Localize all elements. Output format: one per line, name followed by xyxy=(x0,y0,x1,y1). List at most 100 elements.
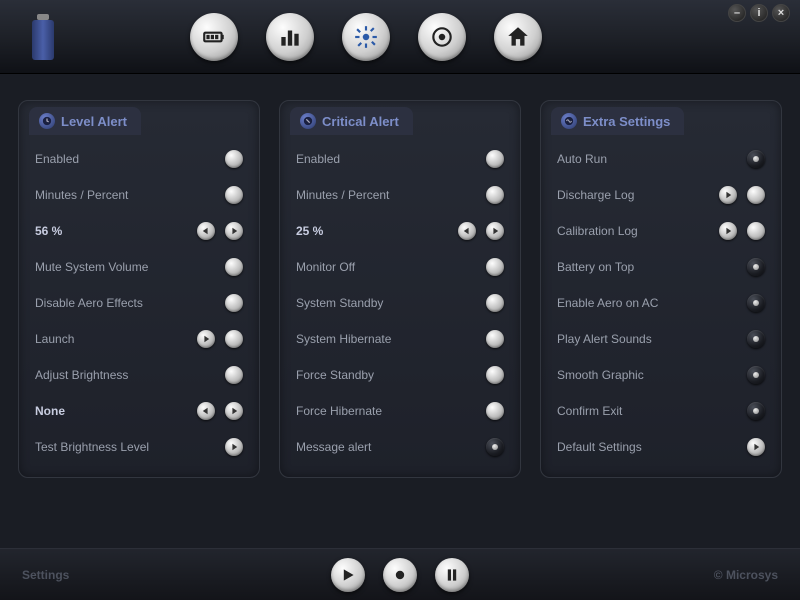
setting-row: Discharge Log xyxy=(541,177,781,213)
row-controls xyxy=(197,402,243,420)
increase-button[interactable] xyxy=(225,222,243,240)
footer-play-button[interactable] xyxy=(331,558,365,592)
close-button[interactable]: × xyxy=(772,4,790,22)
row-controls xyxy=(225,150,243,168)
row-controls xyxy=(197,330,243,348)
row-controls xyxy=(486,366,504,384)
panel-title: Level Alert xyxy=(61,114,127,129)
toggle-knob[interactable] xyxy=(747,186,765,204)
toggle-knob[interactable] xyxy=(486,294,504,312)
panel-level-alert: Level Alert Enabled Minutes / Percent 56 % M… xyxy=(18,100,260,478)
critical-tab-icon xyxy=(300,113,316,129)
info-button[interactable]: i xyxy=(750,4,768,22)
radio-knob[interactable] xyxy=(747,150,765,168)
row-controls xyxy=(225,366,243,384)
radio-knob[interactable] xyxy=(747,294,765,312)
row-controls xyxy=(719,222,765,240)
setting-row: Minutes / Percent xyxy=(19,177,259,213)
row-controls xyxy=(225,258,243,276)
row-label: Play Alert Sounds xyxy=(557,332,652,346)
row-controls xyxy=(197,222,243,240)
toggle-knob[interactable] xyxy=(747,222,765,240)
panel-title: Critical Alert xyxy=(322,114,399,129)
setting-row: Adjust Brightness xyxy=(19,357,259,393)
setting-row: Play Alert Sounds xyxy=(541,321,781,357)
setting-row: System Hibernate xyxy=(280,321,520,357)
decrease-button[interactable] xyxy=(197,222,215,240)
panel-tab: Critical Alert xyxy=(290,107,413,135)
row-label: Mute System Volume xyxy=(35,260,148,274)
row-label: 56 % xyxy=(35,224,62,238)
decrease-button[interactable] xyxy=(458,222,476,240)
row-label: Message alert xyxy=(296,440,371,454)
row-label: Minutes / Percent xyxy=(35,188,128,202)
setting-row: Auto Run xyxy=(541,141,781,177)
row-label: Force Standby xyxy=(296,368,374,382)
action-button[interactable] xyxy=(719,186,737,204)
decrease-button[interactable] xyxy=(197,402,215,420)
row-controls xyxy=(486,186,504,204)
footer-right-label: © Microsys xyxy=(714,568,778,582)
setting-row: Smooth Graphic xyxy=(541,357,781,393)
toggle-knob[interactable] xyxy=(225,258,243,276)
row-label: Monitor Off xyxy=(296,260,355,274)
radio-knob[interactable] xyxy=(747,258,765,276)
row-label: Confirm Exit xyxy=(557,404,622,418)
row-label: Calibration Log xyxy=(557,224,638,238)
footer-record-button[interactable] xyxy=(383,558,417,592)
setting-row: Message alert xyxy=(280,429,520,465)
setting-row: System Standby xyxy=(280,285,520,321)
nav-stats-button[interactable] xyxy=(266,13,314,61)
toggle-knob[interactable] xyxy=(225,150,243,168)
increase-button[interactable] xyxy=(486,222,504,240)
toggle-knob[interactable] xyxy=(486,186,504,204)
setting-row: Monitor Off xyxy=(280,249,520,285)
toggle-knob[interactable] xyxy=(486,402,504,420)
row-label: Adjust Brightness xyxy=(35,368,128,382)
setting-row: Battery on Top xyxy=(541,249,781,285)
row-label: Enabled xyxy=(296,152,340,166)
nav-target-button[interactable] xyxy=(418,13,466,61)
toggle-knob[interactable] xyxy=(225,294,243,312)
setting-row: Enabled xyxy=(280,141,520,177)
row-label: Smooth Graphic xyxy=(557,368,644,382)
row-controls xyxy=(747,366,765,384)
panel-extra-settings: Extra Settings Auto Run Discharge Log Calib… xyxy=(540,100,782,478)
toggle-knob[interactable] xyxy=(486,366,504,384)
action-button[interactable] xyxy=(225,438,243,456)
row-label: Discharge Log xyxy=(557,188,634,202)
toggle-knob[interactable] xyxy=(486,258,504,276)
row-label: Enabled xyxy=(35,152,79,166)
radio-knob[interactable] xyxy=(486,438,504,456)
increase-button[interactable] xyxy=(225,402,243,420)
toggle-knob[interactable] xyxy=(486,330,504,348)
row-controls xyxy=(486,150,504,168)
nav-battery-button[interactable] xyxy=(190,13,238,61)
action-button[interactable] xyxy=(719,222,737,240)
setting-row: Force Hibernate xyxy=(280,393,520,429)
radio-knob[interactable] xyxy=(747,402,765,420)
extra-tab-icon xyxy=(561,113,577,129)
row-controls xyxy=(747,294,765,312)
row-label: Disable Aero Effects xyxy=(35,296,143,310)
toggle-knob[interactable] xyxy=(225,186,243,204)
nav-settings-button[interactable] xyxy=(342,13,390,61)
setting-row: 25 % xyxy=(280,213,520,249)
radio-knob[interactable] xyxy=(747,366,765,384)
toggle-knob[interactable] xyxy=(225,366,243,384)
panel-title: Extra Settings xyxy=(583,114,670,129)
row-label: Battery on Top xyxy=(557,260,634,274)
action-button[interactable] xyxy=(747,438,765,456)
minimize-button[interactable]: – xyxy=(728,4,746,22)
row-controls xyxy=(747,438,765,456)
nav-home-button[interactable] xyxy=(494,13,542,61)
setting-row: Enabled xyxy=(19,141,259,177)
toggle-knob[interactable] xyxy=(225,330,243,348)
footer-pause-button[interactable] xyxy=(435,558,469,592)
row-label: System Hibernate xyxy=(296,332,391,346)
action-button[interactable] xyxy=(197,330,215,348)
toggle-knob[interactable] xyxy=(486,150,504,168)
radio-knob[interactable] xyxy=(747,330,765,348)
row-label: Auto Run xyxy=(557,152,607,166)
nav-buttons xyxy=(190,13,542,61)
